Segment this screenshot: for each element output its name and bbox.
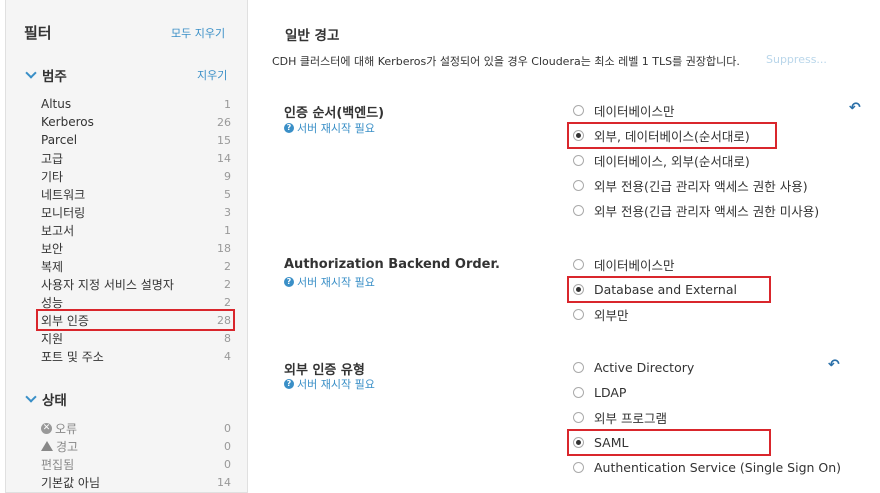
status-list: ✕ 오류 0 경고 0 편집됨 0 기본값 아님 14 [41, 419, 233, 491]
radio-icon [573, 412, 584, 423]
radio-icon [573, 462, 584, 473]
restart-required-link[interactable]: ? 서버 재시작 필요 [284, 376, 375, 392]
status-title: 상태 [42, 393, 67, 409]
category-item-monitoring[interactable]: 모니터링 3 [41, 203, 233, 221]
radio-option[interactable]: LDAP [568, 380, 841, 405]
category-item-external-auth[interactable]: 외부 인증 28 [36, 309, 235, 331]
radio-checked-icon [573, 437, 584, 448]
status-item-warning[interactable]: 경고 0 [41, 437, 233, 455]
undo-icon[interactable]: ↶ [828, 357, 840, 373]
radio-icon [573, 309, 584, 320]
category-clear-link[interactable]: 지우기 [197, 67, 227, 83]
category-item-ports-addresses[interactable]: 포트 및 주소 4 [41, 347, 233, 365]
category-item-security[interactable]: 보안 18 [41, 239, 233, 257]
filter-sidebar: 필터 모두 지우기 범주 지우기 Altus 1 Kerberos 26 Parce… [5, 0, 248, 493]
radio-option[interactable]: 외부 전용(긴급 관리자 액세스 권한 미사용) [568, 198, 819, 223]
error-icon: ✕ [41, 422, 52, 434]
radio-option[interactable]: 외부 전용(긴급 관리자 액세스 권한 사용) [568, 173, 819, 198]
help-icon: ? [284, 379, 294, 389]
radio-icon [573, 362, 584, 373]
authz-backend-radio-group: 데이터베이스만 Database and External 외부만 [567, 252, 771, 327]
setting-authz-backend-name: Authorization Backend Order. [284, 257, 500, 272]
category-title: 범주 [42, 69, 67, 85]
status-item-non-default[interactable]: 기본값 아님 14 [41, 473, 233, 491]
radio-option[interactable]: 데이터베이스, 외부(순서대로) [568, 148, 819, 173]
filter-title: 필터 [24, 24, 52, 42]
radio-icon [573, 205, 584, 216]
status-item-error[interactable]: ✕ 오류 0 [41, 419, 233, 437]
help-icon: ? [284, 123, 294, 133]
setting-auth-order-name: 인증 순서(백엔드) [284, 106, 385, 121]
category-section-header[interactable]: 범주 [24, 65, 67, 85]
radio-option[interactable]: 외부만 [568, 302, 770, 327]
category-item-custom-service-descriptor[interactable]: 사용자 지정 서비스 설명자 2 [41, 275, 233, 293]
external-auth-type-radio-group: Active Directory LDAP 외부 프로그램 SAML Authe… [567, 355, 841, 480]
suppress-link[interactable]: Suppress... [766, 53, 827, 66]
radio-option-selected[interactable]: SAML [567, 429, 771, 456]
category-list: Altus 1 Kerberos 26 Parcel 15 고급 14 기타 9 네트워크… [36, 95, 235, 365]
category-item-other[interactable]: 기타 9 [41, 167, 233, 185]
category-item-parcel[interactable]: Parcel 15 [41, 131, 233, 149]
radio-option-selected[interactable]: 외부, 데이터베이스(순서대로) [567, 122, 777, 149]
radio-icon [573, 105, 584, 116]
status-section-header[interactable]: 상태 [24, 389, 67, 409]
category-item-support[interactable]: 지원 8 [41, 329, 233, 347]
clear-all-link[interactable]: 모두 지우기 [171, 25, 225, 41]
category-item-replication[interactable]: 복제 2 [41, 257, 233, 275]
category-item-network[interactable]: 네트워크 5 [41, 185, 233, 203]
help-icon: ? [284, 277, 294, 287]
general-warning-title: 일반 경고 [285, 28, 340, 44]
radio-checked-icon [573, 130, 584, 141]
chevron-down-icon [25, 391, 37, 403]
category-item-altus[interactable]: Altus 1 [41, 95, 233, 113]
radio-option[interactable]: Authentication Service (Single Sign On) [568, 455, 841, 480]
radio-checked-icon [573, 284, 584, 295]
tls-warning-message: CDH 클러스터에 대해 Kerberos가 설정되어 있을 경우 Cloude… [272, 55, 740, 68]
warning-icon [41, 441, 53, 451]
radio-option[interactable]: 데이터베이스만 [568, 98, 819, 123]
radio-icon [573, 180, 584, 191]
radio-option[interactable]: 외부 프로그램 [568, 405, 841, 430]
radio-option[interactable]: 데이터베이스만 [568, 252, 770, 277]
auth-order-radio-group: 데이터베이스만 외부, 데이터베이스(순서대로) 데이터베이스, 외부(순서대로… [567, 98, 819, 223]
category-item-advanced[interactable]: 고급 14 [41, 149, 233, 167]
restart-required-link[interactable]: ? 서버 재시작 필요 [284, 274, 375, 290]
category-item-kerberos[interactable]: Kerberos 26 [41, 113, 233, 131]
chevron-down-icon [25, 67, 37, 79]
category-item-performance[interactable]: 성능 2 [41, 293, 233, 311]
undo-icon[interactable]: ↶ [849, 100, 861, 116]
radio-option[interactable]: Active Directory [568, 355, 841, 380]
radio-option-selected[interactable]: Database and External [567, 276, 771, 303]
status-item-edited[interactable]: 편집됨 0 [41, 455, 233, 473]
radio-icon [573, 259, 584, 270]
restart-required-link[interactable]: ? 서버 재시작 필요 [284, 120, 375, 136]
radio-icon [573, 155, 584, 166]
radio-icon [573, 387, 584, 398]
category-item-reports[interactable]: 보고서 1 [41, 221, 233, 239]
